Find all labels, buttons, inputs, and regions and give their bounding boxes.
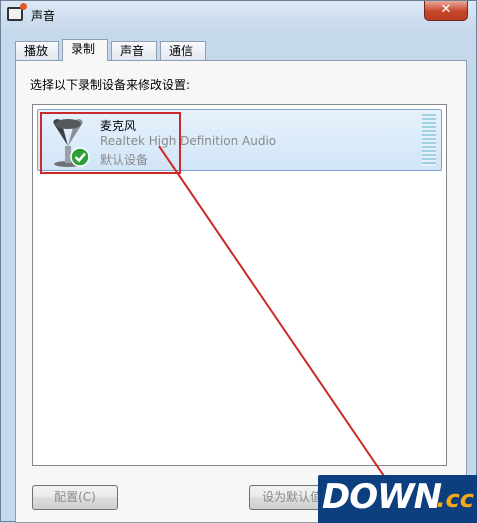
level-meter [422,114,436,166]
tab-recording[interactable]: 录制 [62,39,108,61]
title-bar[interactable]: 声音 ✕ [1,1,476,29]
watermark-logo: DOWN .cc [318,475,477,523]
device-item-microphone[interactable]: 麦克风 Realtek High Definition Audio 默认设备 [37,109,442,174]
configure-button[interactable]: 配置(C) [32,485,118,510]
window-title: 声音 [31,9,56,23]
watermark-main: DOWN [322,477,442,517]
sound-app-icon [7,3,27,21]
recording-prompt: 选择以下录制设备来修改设置: [30,78,191,92]
close-button[interactable]: ✕ [424,1,468,21]
sound-dialog: 声音 ✕ 播放 录制 声音 通信 选择以下录制设备来修改设置: 麦克风 Real… [0,0,477,523]
tab-communications[interactable]: 通信 [160,41,206,60]
device-list[interactable]: 麦克风 Realtek High Definition Audio 默认设备 [32,104,447,466]
tab-playback[interactable]: 播放 [15,41,59,60]
watermark-suffix: .cc [436,485,474,513]
recording-panel: 选择以下录制设备来修改设置: 麦克风 Realtek High Definiti… [15,60,467,523]
tab-sounds[interactable]: 声音 [111,41,157,60]
annotation-highlight-box [40,112,181,174]
